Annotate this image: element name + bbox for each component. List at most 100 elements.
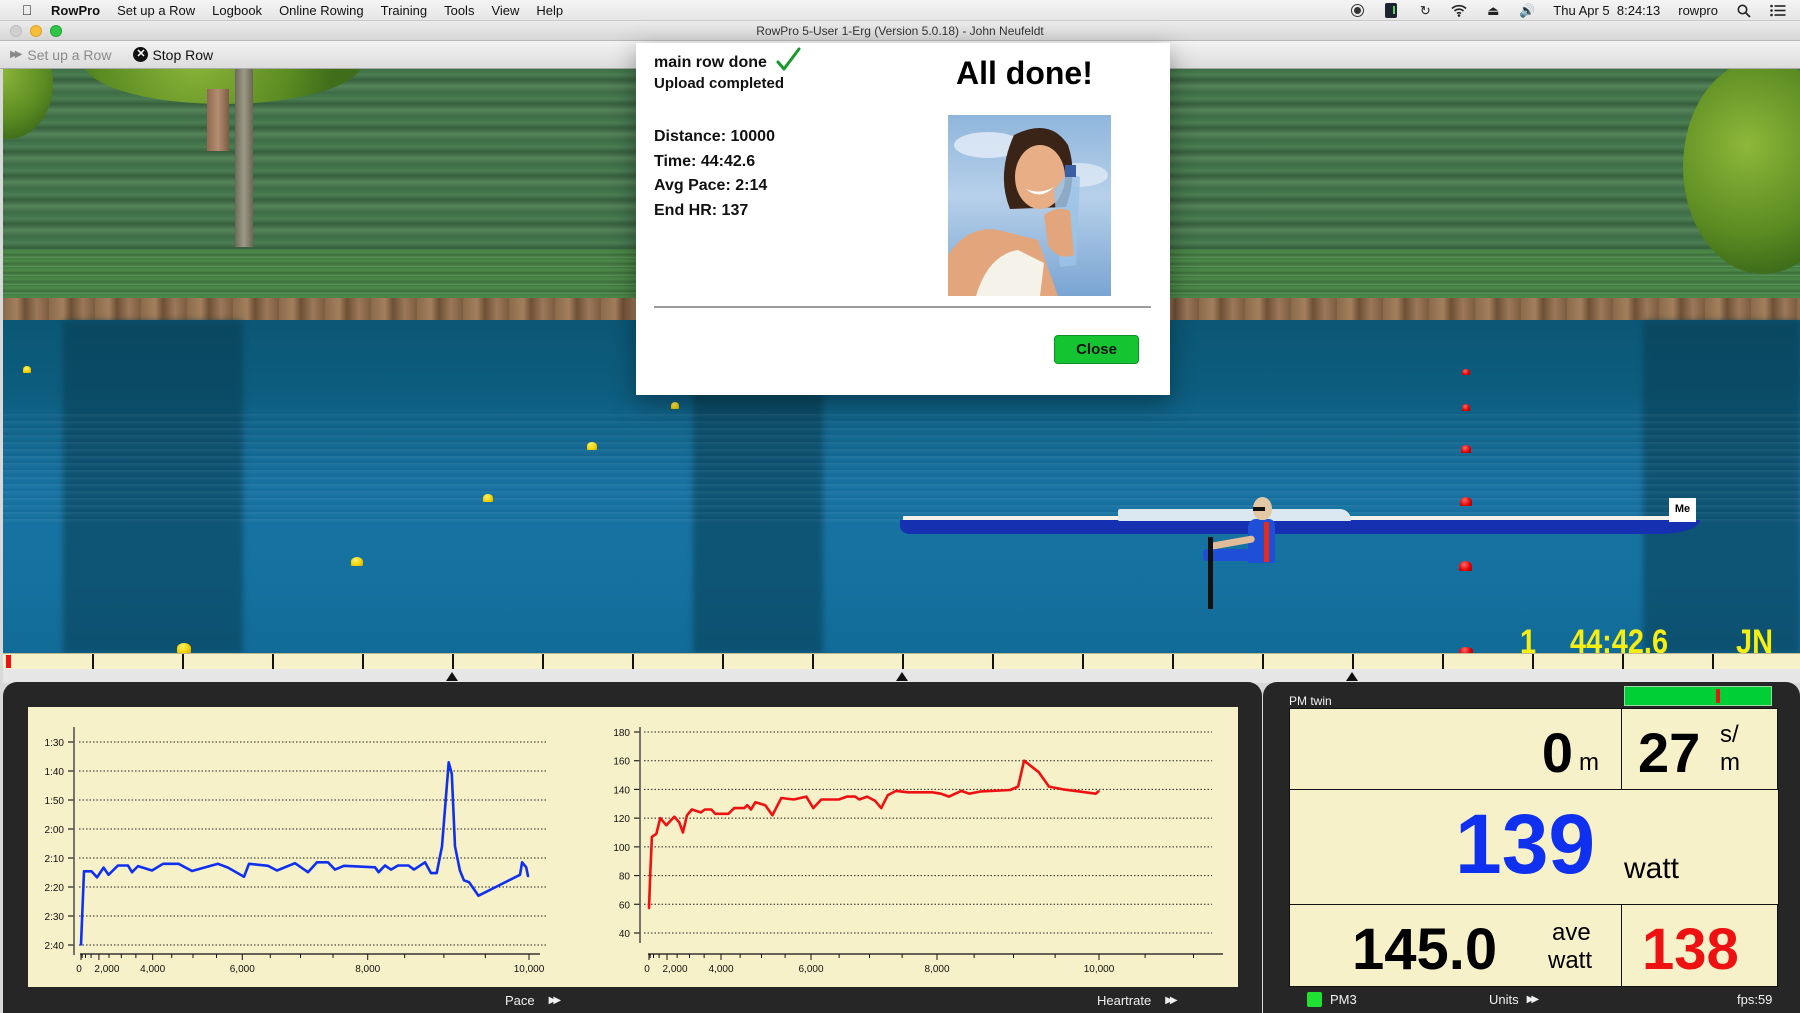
menu-set-up-a-row[interactable]: Set up a Row (117, 3, 195, 18)
data-point (710, 808, 713, 811)
menu-help[interactable]: Help (536, 3, 563, 18)
x-tick-label: 2,000 (662, 964, 687, 975)
y-tick-label: 120 (613, 814, 630, 825)
charts-svg: 1:30 1:40 1:50 2:00 2:10 2:20 2:30 2:40 0 2,000 4,… (45, 727, 1223, 975)
data-point (648, 907, 650, 910)
ruler-milestone-marker (1346, 672, 1358, 681)
lane-buoy-yellow (587, 442, 597, 450)
clock[interactable]: Thu Apr 5 8:24:13 (1553, 3, 1660, 18)
power-cell: 139 watt (1289, 789, 1779, 905)
data-point (521, 861, 523, 864)
checkmark-icon (776, 47, 801, 71)
data-point (248, 863, 250, 865)
data-point (700, 811, 702, 814)
pace-chart-toggle[interactable]: Pace ▶▶ (505, 993, 561, 1008)
data-point (468, 881, 470, 883)
data-point (1048, 785, 1050, 788)
data-point (1009, 789, 1011, 791)
data-point (525, 866, 527, 869)
celebration-photo (948, 115, 1111, 296)
menu-online-rowing[interactable]: Online Rowing (279, 3, 364, 18)
menu-view[interactable]: View (491, 3, 519, 18)
data-point (127, 864, 129, 867)
window-title: RowPro 5-User 1-Erg (Version 5.0.18) - J… (756, 24, 1044, 38)
force-gauge-marker (1715, 689, 1720, 703)
lane-buoy-yellow (23, 366, 31, 373)
data-point (316, 861, 318, 864)
chart-area: 1:30 1:40 1:50 2:00 2:10 2:20 2:30 2:40 0 2,000 4,… (28, 707, 1238, 987)
search-icon[interactable] (1736, 3, 1752, 19)
me-flag: Me (1669, 498, 1696, 522)
set-up-a-row-button[interactable]: ▶▶ Set up a Row (10, 47, 111, 63)
data-point (377, 871, 380, 873)
finish-buoy-red (1462, 369, 1470, 375)
data-point (704, 808, 706, 811)
data-point (1023, 759, 1025, 762)
volume-icon[interactable]: 🔊 (1519, 3, 1535, 19)
stop-row-button[interactable]: ✕ Stop Row (133, 47, 213, 63)
data-point (454, 845, 456, 848)
data-point (907, 791, 910, 794)
wifi-icon[interactable] (1451, 3, 1467, 19)
list-icon[interactable] (1770, 3, 1786, 19)
y-tick-label: 80 (619, 872, 631, 883)
sd-card-icon[interactable] (1383, 3, 1399, 19)
data-point (477, 894, 480, 897)
heartrate-chart-toggle[interactable]: Heartrate ▶▶ (1097, 993, 1178, 1008)
oar (1208, 537, 1213, 609)
tree-trunk (235, 69, 253, 247)
data-point (117, 864, 119, 867)
time-machine-icon[interactable]: ↻ (1417, 3, 1433, 19)
x-tick-label: 6,000 (230, 964, 255, 975)
ruler-markers (3, 669, 1800, 683)
avg-power-unit-bottom: watt (1548, 947, 1593, 974)
connection-led-icon (1307, 992, 1322, 1007)
rower-jersey-stripe (1264, 522, 1269, 562)
menu-training[interactable]: Training (381, 3, 427, 18)
pm-display-grid: 0 m 27 s/ m 139 watt 145.0 ave watt 138 (1289, 708, 1779, 987)
data-point (90, 870, 93, 873)
data-point (960, 790, 963, 792)
ruler-tick (542, 654, 544, 670)
data-point (665, 824, 668, 827)
data-point (931, 791, 934, 794)
apple-logo-icon[interactable]:  (17, 2, 37, 18)
close-button[interactable]: Close (1054, 335, 1139, 364)
data-point (107, 874, 110, 876)
data-point (1038, 771, 1040, 773)
boat-cockpit (1118, 509, 1351, 521)
units-button[interactable]: Units ▶▶ (1489, 992, 1539, 1007)
menu-logbook[interactable]: Logbook (212, 3, 262, 18)
data-point (874, 800, 876, 802)
course-progress-ruler[interactable] (3, 653, 1800, 670)
stroke-rate-value: 27 (1638, 721, 1701, 784)
finish-buoy-red (1459, 561, 1472, 571)
data-point (327, 861, 329, 864)
x-tick-label: 0 (644, 964, 650, 975)
main-row-status-text: main row done (654, 54, 767, 71)
data-point (764, 804, 767, 806)
data-point (519, 874, 521, 876)
data-point (1098, 790, 1100, 792)
eject-icon[interactable]: ⏏ (1485, 3, 1501, 19)
y-tick-label: 160 (613, 757, 630, 768)
boat-hull (900, 520, 1700, 534)
y-tick-label: 1:30 (45, 738, 65, 749)
user-name[interactable]: rowpro (1678, 3, 1718, 18)
heartrate-chart: 40 60 80 100 120 140 160 180 0 2,000 4,000 6,000 8,0… (613, 727, 1223, 975)
avg-power-value: 145.0 (1352, 917, 1498, 982)
data-point (838, 798, 840, 801)
power-value: 139 (1455, 797, 1596, 891)
data-point (83, 870, 85, 873)
time-stat: Time: 44:42.6 (654, 153, 756, 170)
x-tick-label: 10,000 (1084, 964, 1115, 975)
ruler-tick (1712, 654, 1714, 670)
data-point (276, 869, 278, 872)
ruler-tick (1262, 654, 1264, 670)
screen-record-icon[interactable] (1349, 3, 1365, 19)
menu-rowpro[interactable]: RowPro (51, 3, 100, 18)
fps-readout: fps:59 (1737, 992, 1773, 1007)
data-point (227, 866, 229, 869)
data-point (80, 944, 82, 946)
menu-tools[interactable]: Tools (444, 3, 474, 18)
